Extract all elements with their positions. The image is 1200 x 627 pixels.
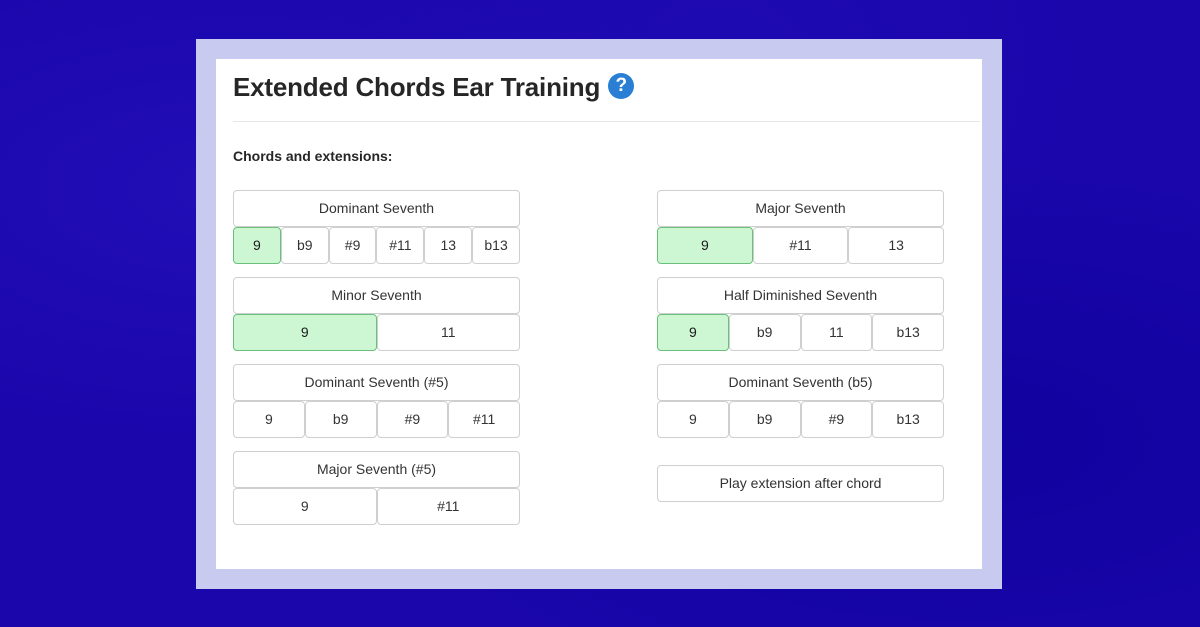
extension-button[interactable]: 9 xyxy=(233,314,377,351)
chord-button[interactable]: Dominant Seventh xyxy=(233,190,520,227)
main-card: Extended Chords Ear Training ? Chords an… xyxy=(216,59,982,569)
extension-button[interactable]: 9 xyxy=(657,227,753,264)
chord-group-dominant-seventh-flat5: Dominant Seventh (b5) 9 b9 #9 b13 xyxy=(657,364,944,438)
extension-row: 9 #11 xyxy=(233,488,520,525)
extension-button[interactable]: 9 xyxy=(233,401,305,438)
chord-button[interactable]: Major Seventh xyxy=(657,190,944,227)
chord-group-dominant-seventh-sharp5: Dominant Seventh (#5) 9 b9 #9 #11 xyxy=(233,364,520,438)
extension-button[interactable]: #11 xyxy=(448,401,520,438)
extension-row: 9 b9 #9 #11 xyxy=(233,401,520,438)
extension-button[interactable]: #9 xyxy=(800,401,873,438)
extension-button[interactable]: #11 xyxy=(376,227,425,264)
chord-button[interactable]: Dominant Seventh (b5) xyxy=(657,364,944,401)
extension-button[interactable]: #11 xyxy=(752,227,849,264)
extension-button[interactable]: b9 xyxy=(304,401,377,438)
extension-button[interactable]: b9 xyxy=(280,227,329,264)
extension-button[interactable]: 13 xyxy=(848,227,945,264)
page-title-text: Extended Chords Ear Training xyxy=(233,72,601,102)
chord-button[interactable]: Minor Seventh xyxy=(233,277,520,314)
extension-button[interactable]: 11 xyxy=(800,314,873,351)
extension-button[interactable]: 9 xyxy=(233,227,281,264)
extension-button[interactable]: b13 xyxy=(472,227,520,264)
extension-button[interactable]: #9 xyxy=(328,227,377,264)
extension-button[interactable]: #9 xyxy=(376,401,449,438)
chord-group-major-seventh: Major Seventh 9 #11 13 xyxy=(657,190,945,264)
extension-button[interactable]: b9 xyxy=(728,314,801,351)
play-extension-after-chord-toggle[interactable]: Play extension after chord xyxy=(657,465,944,502)
extension-row: 9 11 xyxy=(233,314,520,351)
extension-button[interactable]: 13 xyxy=(424,227,473,264)
chord-group-major-seventh-sharp5: Major Seventh (#5) 9 #11 xyxy=(233,451,520,525)
extension-button[interactable]: b13 xyxy=(872,401,944,438)
chord-button[interactable]: Major Seventh (#5) xyxy=(233,451,520,488)
chord-group-minor-seventh: Minor Seventh 9 11 xyxy=(233,277,520,351)
chord-button[interactable]: Half Diminished Seventh xyxy=(657,277,944,314)
extension-row: 9 b9 #9 #11 13 b13 xyxy=(233,227,520,264)
extension-button[interactable]: 9 xyxy=(233,488,377,525)
extension-row: 9 b9 11 b13 xyxy=(657,314,944,351)
extension-button[interactable]: 11 xyxy=(376,314,520,351)
extension-button[interactable]: #11 xyxy=(376,488,520,525)
extension-button[interactable]: b9 xyxy=(728,401,801,438)
extension-button[interactable]: 9 xyxy=(657,314,729,351)
page-title: Extended Chords Ear Training ? xyxy=(233,72,635,103)
extension-button[interactable]: b13 xyxy=(872,314,944,351)
extension-row: 9 b9 #9 b13 xyxy=(657,401,944,438)
extension-button[interactable]: 9 xyxy=(657,401,729,438)
section-label: Chords and extensions: xyxy=(233,148,393,164)
extension-row: 9 #11 13 xyxy=(657,227,945,264)
chord-group-dominant-seventh: Dominant Seventh 9 b9 #9 #11 13 b13 xyxy=(233,190,520,264)
chord-button[interactable]: Dominant Seventh (#5) xyxy=(233,364,520,401)
help-icon[interactable]: ? xyxy=(608,72,635,99)
divider xyxy=(233,121,980,122)
chord-group-half-diminished-seventh: Half Diminished Seventh 9 b9 11 b13 xyxy=(657,277,944,351)
